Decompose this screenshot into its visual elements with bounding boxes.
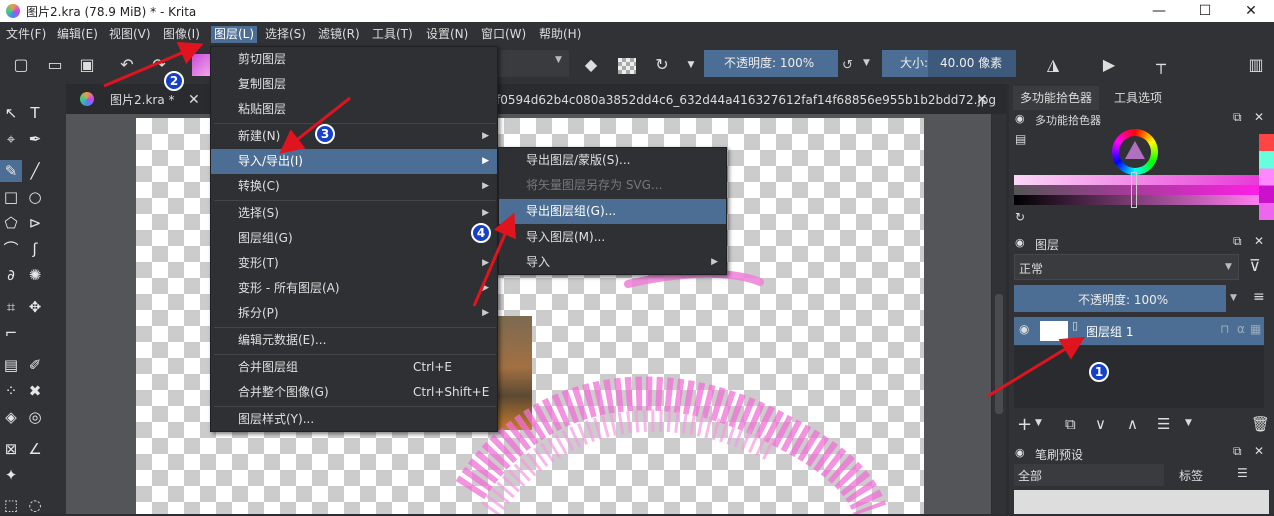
arrow-1 xyxy=(987,336,1086,398)
annotation-badge-1: 1 xyxy=(1089,362,1109,382)
annotation-badge-4: 4 xyxy=(471,223,491,243)
annotation-badge-3: 3 xyxy=(315,124,335,144)
annotation-badge-2: 2 xyxy=(164,71,184,91)
arrow-3 xyxy=(279,96,351,154)
annotation-arrows xyxy=(103,42,1086,398)
